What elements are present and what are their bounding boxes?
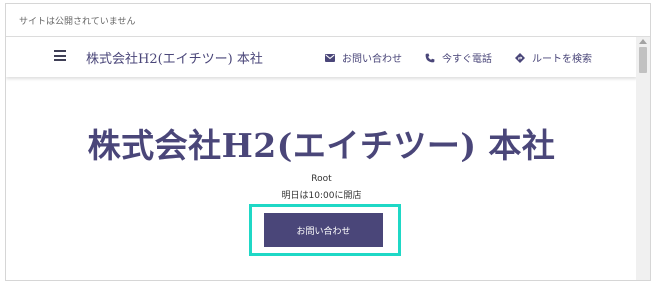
browser-frame: サイトは公開されていません 株式会社H2(エイチツー) 本社 お問い合わせ 今す… [5,3,651,281]
phone-icon [425,53,435,62]
site-notice-bar: サイトは公開されていません [6,4,650,37]
scroll-thumb[interactable] [639,47,647,73]
nav-contact-label: お問い合わせ [342,54,402,65]
contact-button[interactable]: お問い合わせ [264,213,383,247]
vertical-scrollbar[interactable] [636,37,650,280]
hamburger-menu-icon[interactable] [54,50,66,61]
nav-directions-label: ルートを検索 [532,54,592,65]
contact-button-label: お問い合わせ [296,226,351,237]
opening-hours: 明日は10:00に開店 [281,191,362,201]
nav-directions-link[interactable]: ルートを検索 [515,50,592,65]
hero-title: 株式会社H2(エイチツー) 本社 [87,126,556,165]
mail-icon [325,53,335,62]
site-header: 株式会社H2(エイチツー) 本社 お問い合わせ 今すぐ電話 ルートを検索 [6,37,637,77]
site-notice-text: サイトは公開されていません [19,17,136,27]
business-category: Root [311,174,332,184]
nav-call-link[interactable]: 今すぐ電話 [425,50,492,65]
header-brand[interactable]: 株式会社H2(エイチツー) 本社 [86,48,263,67]
directions-icon [515,52,525,63]
nav-call-label: 今すぐ電話 [442,54,492,65]
scroll-up-arrow-icon[interactable] [639,39,647,44]
nav-contact-link[interactable]: お問い合わせ [325,50,402,65]
